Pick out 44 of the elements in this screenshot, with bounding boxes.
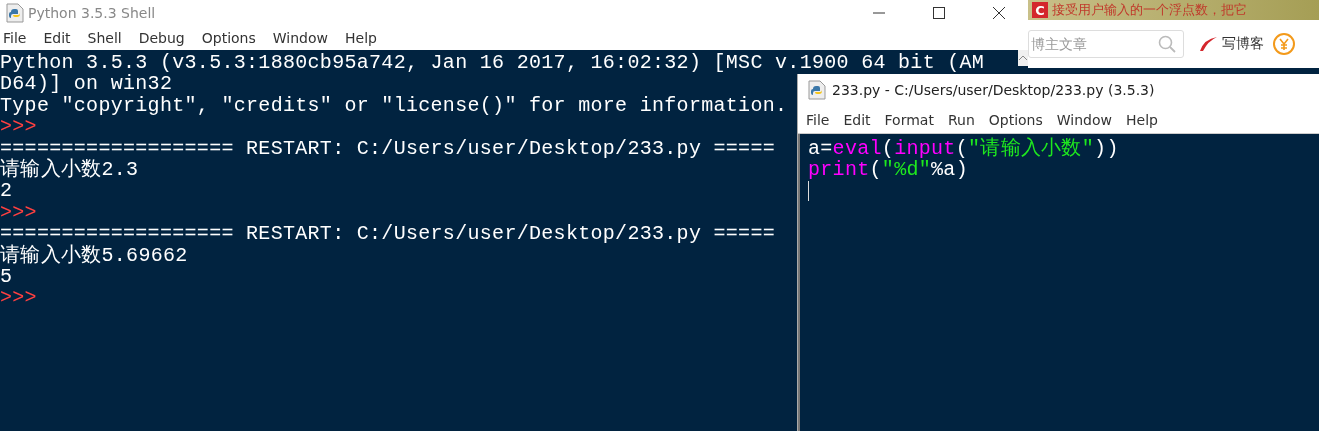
python-file-icon (808, 80, 826, 100)
shell-output-line: D64)] on win32 (0, 73, 173, 95)
shell-output-line: 请输入小数5.69662 (0, 244, 188, 266)
site-logo: C (1032, 2, 1048, 18)
shell-output-line: =================== RESTART: C:/Users/user/Desktop/233.py ===== (0, 223, 776, 245)
shell-prompt: >>> (0, 287, 37, 309)
shell-output-line: 5 (0, 265, 13, 288)
search-icon (1158, 35, 1176, 53)
menu-item[interactable]: Help (342, 30, 385, 46)
shell-output-line: 请输入小数2.3 (0, 158, 139, 181)
scrollbar[interactable] (1018, 50, 1028, 66)
shell-output-line: Python 3.5.3 (v3.5.3:1880cb95a742, Jan 16 2017, 16:02:32) [MSC v.1900 64 bit (AM (0, 52, 985, 74)
quill-icon (1198, 36, 1218, 52)
page-headline: 接受用户输入的一个浮点数，把它 (1052, 1, 1247, 19)
menu-item[interactable]: Help (1118, 111, 1164, 128)
code-line: print("%d"%a) (808, 159, 968, 181)
menu-item[interactable]: File (798, 111, 836, 128)
scroll-up-icon[interactable] (1018, 54, 1028, 62)
write-blog-link[interactable]: 写博客 (1198, 35, 1264, 53)
shell-output-line: =================== RESTART: C:/Users/user/Desktop/233.py ===== (0, 137, 776, 159)
window-title: 233.py - C:/Users/user/Desktop/233.py (3.5.3) (832, 82, 1155, 98)
close-icon[interactable] (992, 6, 1006, 20)
window-title: Python 3.5.3 Shell (28, 5, 156, 21)
shell-output-line: Type "copyright", "credits" or "license()" for more information. (0, 94, 788, 117)
maximize-icon[interactable] (932, 6, 946, 20)
menu-item[interactable]: Options (980, 111, 1049, 128)
shell-output-line: 2 (0, 180, 13, 202)
code-line: a=eval(input("请输入小数")) (808, 138, 1119, 160)
menu-item[interactable]: Window (1048, 111, 1118, 128)
menu-item[interactable]: Window (269, 30, 336, 46)
python-file-icon (6, 3, 24, 23)
coin-icon (1272, 32, 1296, 56)
menu-item[interactable]: Format (876, 111, 940, 128)
menu-item[interactable]: Options (198, 30, 264, 46)
search-field[interactable]: 博主文章 (1028, 30, 1184, 58)
menu-item[interactable]: File (0, 30, 35, 46)
text-cursor (808, 180, 809, 201)
shell-prompt: >>> (0, 201, 37, 224)
menu-item[interactable]: Edit (40, 30, 79, 46)
menu-item[interactable]: Run (939, 111, 981, 128)
menu-item[interactable]: Edit (835, 111, 877, 128)
shell-prompt: >>> (0, 116, 37, 138)
menu-item[interactable]: Shell (84, 30, 130, 46)
menu-item[interactable]: Debug (135, 30, 193, 46)
